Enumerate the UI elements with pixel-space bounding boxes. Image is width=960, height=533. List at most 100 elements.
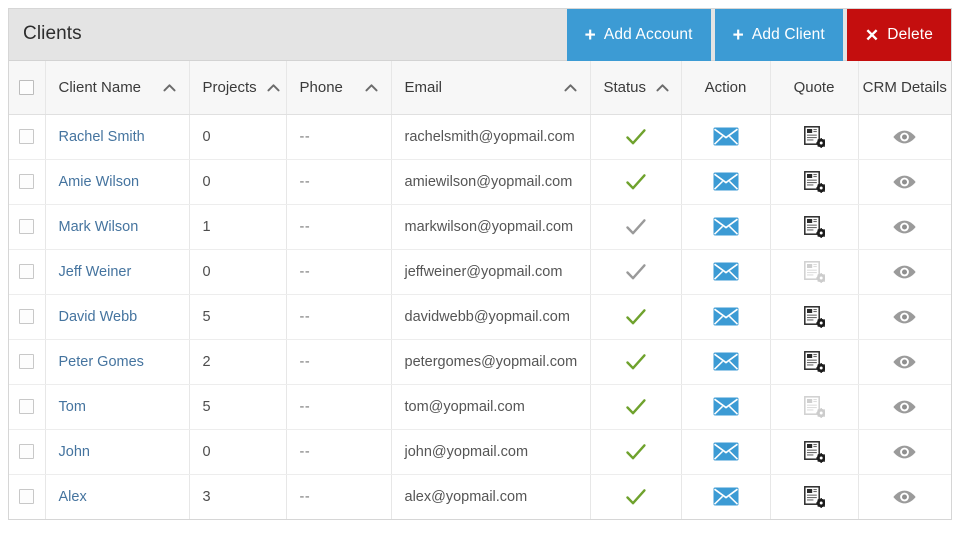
row-checkbox[interactable]: [19, 444, 34, 459]
client-name-link[interactable]: John: [59, 444, 90, 460]
row-checkbox[interactable]: [19, 489, 34, 504]
table-row: Amie Wilson0--amiewilson@yopmail.com: [9, 159, 951, 204]
chevron-up-icon[interactable]: [257, 83, 280, 92]
client-name-link[interactable]: Peter Gomes: [59, 354, 144, 370]
table-body: Rachel Smith0--rachelsmith@yopmail.comAm…: [9, 114, 951, 519]
select-all-checkbox[interactable]: [19, 80, 34, 95]
quote-cell: [770, 204, 858, 249]
envelope-icon[interactable]: [713, 172, 739, 191]
row-checkbox[interactable]: [19, 264, 34, 279]
eye-icon[interactable]: [892, 219, 917, 235]
eye-icon[interactable]: [892, 399, 917, 415]
eye-icon[interactable]: [892, 264, 917, 280]
envelope-icon[interactable]: [713, 127, 739, 146]
status-cell: [590, 384, 681, 429]
eye-icon[interactable]: [892, 444, 917, 460]
phone-cell: --: [286, 339, 391, 384]
client-name-cell: Mark Wilson: [45, 204, 189, 249]
table-row: John0--john@yopmail.com: [9, 429, 951, 474]
projects-count: 0: [203, 444, 211, 460]
status-cell: [590, 249, 681, 294]
row-checkbox[interactable]: [19, 129, 34, 144]
client-name-link[interactable]: Rachel Smith: [59, 129, 145, 145]
phone-value: --: [300, 489, 311, 505]
column-header-status[interactable]: Status: [590, 61, 681, 114]
client-name-link[interactable]: Mark Wilson: [59, 219, 139, 235]
table-row: Tom5--tom@yopmail.com: [9, 384, 951, 429]
add-account-button[interactable]: +Add Account: [567, 9, 711, 61]
client-name-link[interactable]: David Webb: [59, 309, 138, 325]
projects-count: 3: [203, 489, 211, 505]
chevron-up-icon[interactable]: [646, 83, 669, 92]
table-row: Jeff Weiner0--jeffweiner@yopmail.com: [9, 249, 951, 294]
email-cell: rachelsmith@yopmail.com: [391, 114, 590, 159]
column-header-email[interactable]: Email: [391, 61, 590, 114]
projects-count: 0: [203, 129, 211, 145]
chevron-up-icon[interactable]: [355, 83, 378, 92]
quote-document-icon[interactable]: [804, 306, 825, 328]
row-select-cell: [9, 429, 45, 474]
status-cell: [590, 339, 681, 384]
envelope-icon[interactable]: [713, 352, 739, 371]
eye-icon[interactable]: [892, 354, 917, 370]
quote-document-icon[interactable]: [804, 126, 825, 148]
row-checkbox[interactable]: [19, 309, 34, 324]
quote-document-icon[interactable]: [804, 351, 825, 373]
add-client-button[interactable]: +Add Client: [715, 9, 843, 61]
row-checkbox[interactable]: [19, 219, 34, 234]
client-name-link[interactable]: Jeff Weiner: [59, 264, 132, 280]
delete-button[interactable]: ✕Delete: [847, 9, 951, 61]
action-cell: [681, 204, 770, 249]
column-header-projects[interactable]: Projects: [189, 61, 286, 114]
clients-table: Client NameProjectsPhoneEmailStatusActio…: [9, 61, 951, 519]
crm-details-cell: [858, 384, 951, 429]
envelope-icon[interactable]: [713, 217, 739, 236]
client-name-link[interactable]: Alex: [59, 489, 87, 505]
row-checkbox[interactable]: [19, 354, 34, 369]
client-name-cell: Jeff Weiner: [45, 249, 189, 294]
eye-icon[interactable]: [892, 174, 917, 190]
envelope-icon[interactable]: [713, 487, 739, 506]
column-header-label: Client Name: [59, 79, 142, 96]
column-header-client_name[interactable]: Client Name: [45, 61, 189, 114]
projects-cell: 0: [189, 249, 286, 294]
column-header-quote: Quote: [770, 61, 858, 114]
action-cell: [681, 114, 770, 159]
column-header-label: Phone: [300, 79, 343, 96]
envelope-icon[interactable]: [713, 262, 739, 281]
eye-icon[interactable]: [892, 489, 917, 505]
client-name-link[interactable]: Amie Wilson: [59, 174, 140, 190]
quote-document-icon[interactable]: [804, 171, 825, 193]
status-check-icon: [625, 487, 647, 507]
row-checkbox[interactable]: [19, 174, 34, 189]
envelope-icon[interactable]: [713, 307, 739, 326]
column-header-select: [9, 61, 45, 114]
status-cell: [590, 159, 681, 204]
eye-icon[interactable]: [892, 309, 917, 325]
email-cell: petergomes@yopmail.com: [391, 339, 590, 384]
projects-cell: 0: [189, 114, 286, 159]
column-header-phone[interactable]: Phone: [286, 61, 391, 114]
envelope-icon[interactable]: [713, 397, 739, 416]
email-cell: jeffweiner@yopmail.com: [391, 249, 590, 294]
crm-details-cell: [858, 114, 951, 159]
quote-document-icon[interactable]: [804, 216, 825, 238]
chevron-up-icon[interactable]: [554, 83, 577, 92]
table-row: Rachel Smith0--rachelsmith@yopmail.com: [9, 114, 951, 159]
quote-cell: [770, 114, 858, 159]
quote-document-icon[interactable]: [804, 486, 825, 508]
client-name-link[interactable]: Tom: [59, 399, 86, 415]
chevron-up-icon[interactable]: [153, 83, 176, 92]
quote-cell: [770, 429, 858, 474]
quote-document-icon: [804, 261, 825, 283]
action-cell: [681, 384, 770, 429]
quote-document-icon[interactable]: [804, 441, 825, 463]
action-cell: [681, 339, 770, 384]
eye-icon[interactable]: [892, 129, 917, 145]
client-name-cell: Rachel Smith: [45, 114, 189, 159]
row-checkbox[interactable]: [19, 399, 34, 414]
email-value: davidwebb@yopmail.com: [405, 309, 570, 325]
envelope-icon[interactable]: [713, 442, 739, 461]
phone-cell: --: [286, 474, 391, 519]
status-check-icon: [625, 307, 647, 327]
